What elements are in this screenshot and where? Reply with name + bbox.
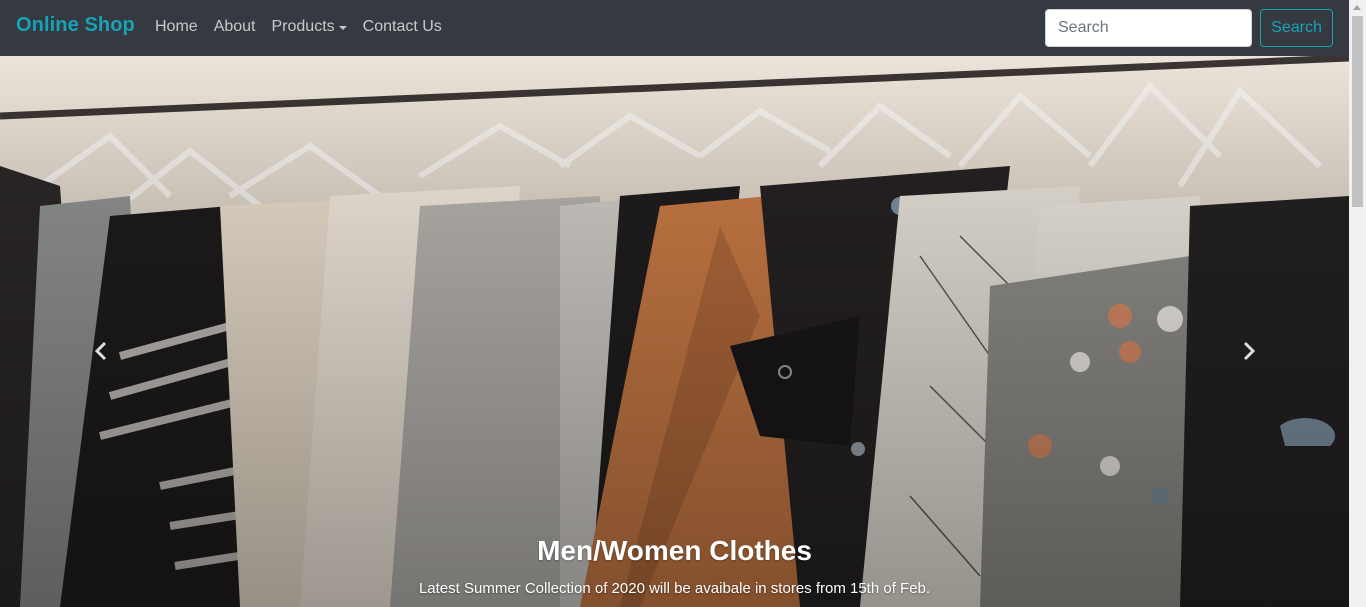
nav-link-about[interactable]: About bbox=[214, 18, 256, 36]
carousel-caption-title: Men/Women Clothes bbox=[537, 535, 812, 566]
page-scrollbar[interactable] bbox=[1349, 0, 1366, 607]
chevron-left-icon[interactable] bbox=[92, 341, 112, 361]
top-navbar: Online Shop Home About Products Contact … bbox=[0, 0, 1349, 56]
nav-links: Home About Products Contact Us bbox=[155, 18, 458, 36]
carousel-image-clothing-rack bbox=[0, 56, 1349, 607]
brand-logo-link[interactable]: Online Shop bbox=[16, 14, 135, 37]
hero-carousel: Men/Women Clothes Latest Summer Collecti… bbox=[0, 56, 1349, 607]
scrollbar-thumb[interactable] bbox=[1352, 16, 1363, 207]
caret-down-icon bbox=[338, 26, 347, 30]
nav-link-home[interactable]: Home bbox=[155, 18, 198, 36]
nav-link-products-label: Products bbox=[271, 18, 335, 35]
carousel-caption-text: Latest Summer Collection of 2020 will be… bbox=[418, 580, 931, 597]
nav-link-contact[interactable]: Contact Us bbox=[363, 18, 442, 36]
scroll-up-arrow-icon[interactable] bbox=[1353, 5, 1361, 10]
search-input[interactable] bbox=[1045, 9, 1252, 47]
nav-link-products-dropdown[interactable]: Products bbox=[272, 18, 347, 36]
search-button[interactable]: Search bbox=[1260, 9, 1333, 47]
chevron-right-icon[interactable] bbox=[1238, 341, 1258, 361]
